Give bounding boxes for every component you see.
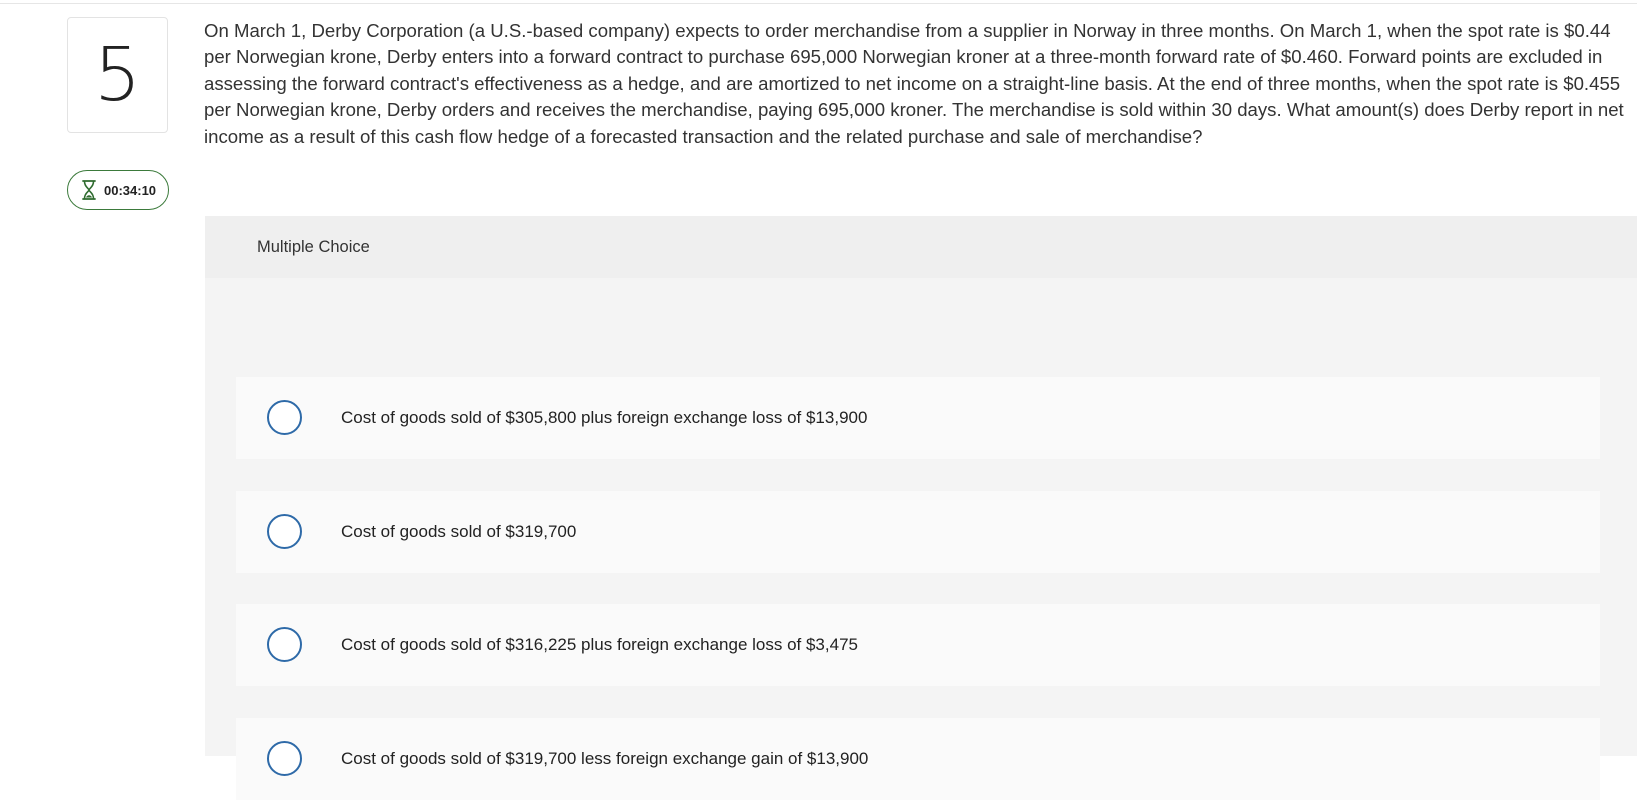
choice-option-c[interactable]: Cost of goods sold of $316,225 plus fore… bbox=[236, 604, 1600, 686]
choices-header: Multiple Choice bbox=[205, 216, 1637, 278]
radio-button-a[interactable] bbox=[267, 400, 302, 435]
choice-option-d[interactable]: Cost of goods sold of $319,700 less fore… bbox=[236, 718, 1600, 800]
choice-label-a: Cost of goods sold of $305,800 plus fore… bbox=[341, 408, 868, 427]
question-number: 5 bbox=[67, 17, 168, 133]
top-divider bbox=[0, 3, 1637, 4]
choice-label-c: Cost of goods sold of $316,225 plus fore… bbox=[341, 635, 858, 654]
choice-label-b: Cost of goods sold of $319,700 bbox=[341, 522, 577, 541]
hourglass-icon bbox=[82, 180, 96, 200]
choice-option-a[interactable]: Cost of goods sold of $305,800 plus fore… bbox=[236, 377, 1600, 459]
question-text: On March 1, Derby Corporation (a U.S.-ba… bbox=[204, 20, 1624, 147]
multiple-choice-panel: Multiple Choice Cost of goods sold of $3… bbox=[205, 216, 1637, 800]
timer-badge[interactable]: 00:34:10 bbox=[67, 170, 169, 210]
radio-button-d[interactable] bbox=[267, 741, 302, 776]
question-number-text: 5 bbox=[93, 32, 142, 118]
radio-button-c[interactable] bbox=[267, 627, 302, 662]
choices-list: Cost of goods sold of $305,800 plus fore… bbox=[205, 278, 1637, 800]
timer-value: 00:34:10 bbox=[104, 182, 157, 198]
radio-button-b[interactable] bbox=[267, 514, 302, 549]
choice-label-d: Cost of goods sold of $319,700 less fore… bbox=[341, 749, 869, 768]
choices-header-label: Multiple Choice bbox=[257, 237, 370, 256]
choice-option-b[interactable]: Cost of goods sold of $319,700 bbox=[236, 491, 1600, 573]
